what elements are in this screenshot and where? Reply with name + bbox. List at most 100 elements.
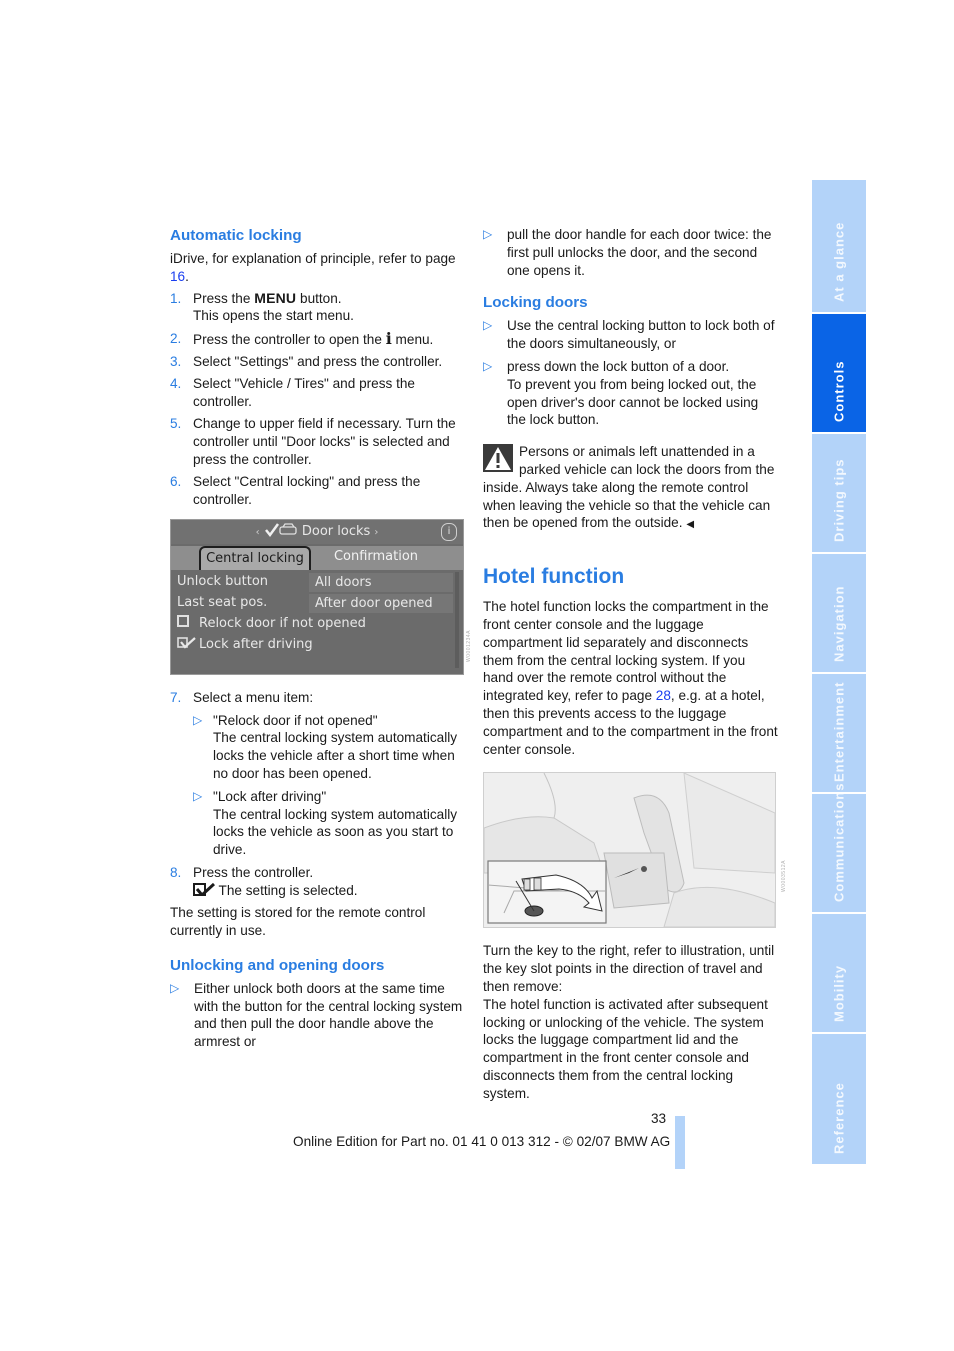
section-heading-locking-doors: Locking doors bbox=[483, 294, 588, 312]
idrive-row-last-seat-pos[interactable]: Last seat pos. bbox=[177, 593, 267, 613]
locking-bullet: ▷ Use the central locking button to lock… bbox=[483, 317, 778, 353]
checkbox-unchecked-icon bbox=[177, 614, 189, 627]
step-number: 3. bbox=[170, 353, 182, 369]
locking-bullet: ▷ press down the lock button of a door. … bbox=[483, 358, 778, 429]
chapter-tab-driving-tips[interactable]: Driving tips bbox=[812, 434, 866, 552]
left-column: Automatic locking iDrive, for explanatio… bbox=[170, 226, 465, 1056]
step-text: Press the controller. bbox=[193, 865, 314, 881]
triangle-bullet-icon: ▷ bbox=[483, 318, 493, 333]
bullet-text: press down the lock button of a door. bbox=[507, 358, 730, 374]
menu-button-icon: MENU bbox=[254, 289, 297, 306]
option-desc: The central locking system automatically… bbox=[213, 806, 458, 858]
unlocking-bullets-continued: ▷ pull the door handle for each door twi… bbox=[483, 226, 778, 279]
step-4: 4. Select "Vehicle / Tires" and press th… bbox=[170, 375, 465, 411]
triangle-bullet-icon: ▷ bbox=[193, 712, 203, 727]
step-8: 8. Press the controller. The setting is … bbox=[170, 864, 465, 900]
idrive-value-all-doors[interactable]: All doors bbox=[309, 572, 453, 592]
unlocking-bullet: ▷ pull the door handle for each door twi… bbox=[483, 226, 778, 279]
bullet-text: Either unlock both doors at the same tim… bbox=[194, 980, 463, 1050]
tab-label: Navigation bbox=[831, 585, 847, 662]
section-heading-automatic-locking: Automatic locking bbox=[170, 227, 302, 244]
step-1: 1. Press the MENU button. This opens the… bbox=[170, 290, 465, 326]
option-label: Lock after driving bbox=[199, 636, 313, 652]
menu-item-options: ▷ "Relock door if not opened" The centra… bbox=[193, 712, 465, 859]
locking-bullets: ▷ Use the central locking button to lock… bbox=[483, 317, 778, 429]
option-title: "Relock door if not opened" bbox=[213, 712, 378, 728]
page-number: 33 bbox=[651, 1111, 667, 1126]
triangle-bullet-icon: ▷ bbox=[483, 358, 493, 373]
page-link-28[interactable]: 28 bbox=[656, 688, 671, 703]
bullet-text: Use the central locking button to lock b… bbox=[507, 318, 775, 352]
step-text: Press the bbox=[193, 290, 255, 306]
tab-label: Entertainment bbox=[831, 681, 847, 782]
idrive-title: Door locks bbox=[301, 523, 371, 539]
setting-selected-check-icon bbox=[193, 882, 215, 896]
chapter-tab-mobility[interactable]: Mobility bbox=[812, 914, 866, 1032]
step-number: 2. bbox=[170, 330, 182, 346]
tab-label: Controls bbox=[831, 360, 847, 422]
tab-central-locking[interactable]: Central locking bbox=[199, 545, 311, 570]
option-lock-after-driving-description: ▷ "Lock after driving" The central locki… bbox=[193, 788, 465, 859]
chapter-tab-navigation[interactable]: Navigation bbox=[812, 554, 866, 672]
step-text: Select "Settings" and press the controll… bbox=[193, 353, 443, 369]
hotel-paragraph-2: Turn the key to the right, refer to illu… bbox=[483, 943, 775, 994]
hotel-paragraph-3: The hotel function is activated after su… bbox=[483, 996, 768, 1101]
step-confirm-text: The setting is selected. bbox=[218, 882, 358, 898]
idrive-option-lock-after-driving[interactable]: Lock after driving bbox=[177, 635, 313, 655]
step-2: 2. Press the controller to open the i me… bbox=[170, 329, 465, 349]
option-label: Relock door if not opened bbox=[199, 615, 366, 631]
idrive-scrollbar bbox=[455, 571, 459, 668]
intro-before: iDrive, for explanation of principle, re… bbox=[170, 251, 456, 266]
image-code: W0001234A bbox=[466, 630, 472, 663]
warning-text: Persons or animals left unattended in a … bbox=[483, 444, 775, 531]
option-desc: The central locking system automatically… bbox=[213, 730, 458, 782]
chapter-tab-entertainment[interactable]: Entertainment bbox=[812, 674, 866, 792]
idrive-tabs: Central locking Confirmation bbox=[171, 545, 463, 570]
step-6: 6. Select "Central locking" and press th… bbox=[170, 473, 465, 509]
unlocking-bullet: ▷ Either unlock both doors at the same t… bbox=[170, 980, 465, 1051]
chapter-tabs: At a glance Controls Driving tips Naviga… bbox=[812, 180, 866, 1166]
section-heading-unlocking: Unlocking and opening doors bbox=[170, 956, 385, 974]
intro-text: iDrive, for explanation of principle, re… bbox=[170, 250, 465, 286]
step-text: Select "Vehicle / Tires" and press the c… bbox=[193, 376, 415, 410]
right-column: ▷ pull the door handle for each door twi… bbox=[483, 226, 778, 1103]
chapter-tab-controls[interactable]: Controls bbox=[812, 314, 866, 432]
step-text: Press the controller to open the bbox=[193, 331, 386, 347]
bullet-extra: To prevent you from being locked out, th… bbox=[507, 376, 759, 428]
stored-note: The setting is stored for the remote con… bbox=[170, 905, 426, 938]
step-number: 5. bbox=[170, 416, 182, 432]
nav-right-arrow-icon: › bbox=[374, 526, 379, 538]
idrive-option-relock[interactable]: Relock door if not opened bbox=[177, 614, 366, 634]
chapter-tab-communications[interactable]: Communications bbox=[812, 783, 866, 912]
triangle-bullet-icon: ▷ bbox=[193, 788, 203, 803]
image-code: W0003512A bbox=[781, 860, 787, 893]
chapter-tab-at-a-glance[interactable]: At a glance bbox=[812, 180, 866, 312]
page-link-16[interactable]: 16 bbox=[170, 269, 185, 284]
footer-edition: Online Edition for Part no. 01 41 0 013 … bbox=[293, 1134, 671, 1149]
idrive-value-after-door-opened[interactable]: After door opened bbox=[309, 593, 453, 613]
steps-list: 1. Press the MENU button. This opens the… bbox=[170, 290, 465, 509]
option-title: "Lock after driving" bbox=[213, 788, 327, 804]
chapter-tab-reference[interactable]: Reference bbox=[812, 1034, 866, 1164]
tab-label: Communications bbox=[831, 782, 847, 902]
idrive-row-unlock-button[interactable]: Unlock button bbox=[177, 572, 268, 592]
step-text: Select a menu item: bbox=[193, 689, 314, 705]
step-number: 6. bbox=[170, 474, 182, 490]
hotel-paragraph-1: The hotel function locks the compartment… bbox=[483, 598, 778, 758]
step-7: 7. Select a menu item: ▷ "Relock door if… bbox=[170, 689, 465, 859]
car-lock-check-icon bbox=[264, 523, 297, 537]
page-marker-bar bbox=[675, 1116, 685, 1169]
idrive-title-bar: ‹ Door locks › i bbox=[171, 519, 463, 544]
unlocking-bullets: ▷ Either unlock both doors at the same t… bbox=[170, 980, 465, 1051]
step-number: 7. bbox=[170, 689, 182, 705]
step-text: Select "Central locking" and press the c… bbox=[193, 474, 421, 508]
console-drawing bbox=[484, 773, 775, 928]
row-label: Last seat pos. bbox=[177, 594, 268, 610]
step-text: menu. bbox=[391, 331, 434, 347]
step-number: 4. bbox=[170, 376, 182, 392]
tab-label: Mobility bbox=[831, 964, 847, 1022]
hotel-key-illustration bbox=[483, 772, 776, 929]
bullet-text: pull the door handle for each door twice… bbox=[507, 227, 772, 278]
tab-confirmation[interactable]: Confirmation bbox=[313, 546, 439, 568]
row-label: Unlock button bbox=[177, 573, 269, 589]
